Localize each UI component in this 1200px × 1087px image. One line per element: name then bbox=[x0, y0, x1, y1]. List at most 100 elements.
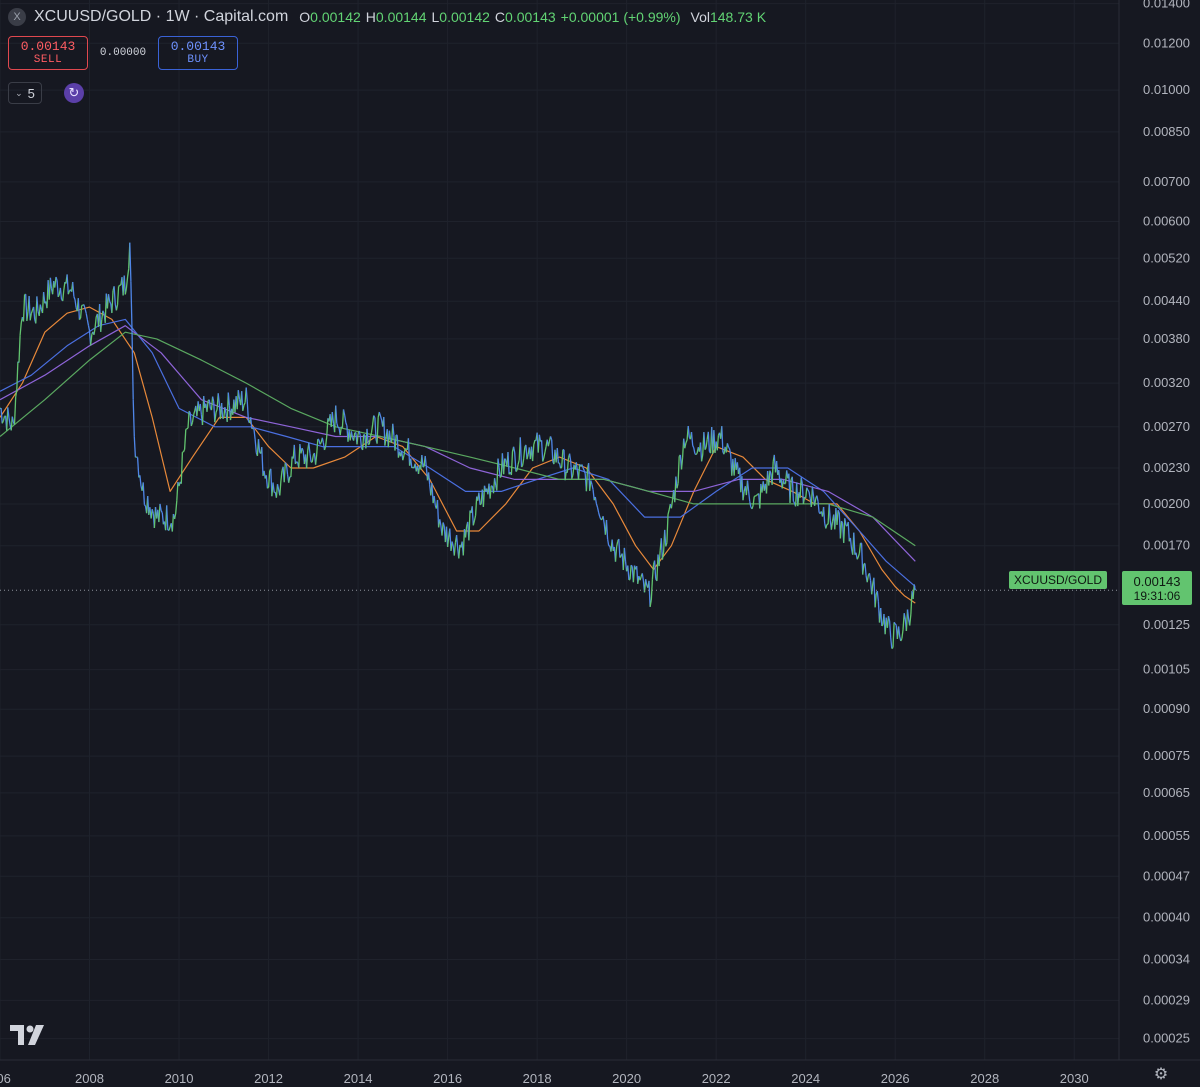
price-segment bbox=[396, 435, 400, 458]
time-tick-label: 006 bbox=[0, 1071, 11, 1086]
price-segment bbox=[171, 513, 175, 532]
price-segment bbox=[28, 296, 31, 321]
price-segment bbox=[36, 296, 39, 312]
price-segment bbox=[558, 462, 562, 469]
price-segment bbox=[670, 500, 674, 509]
price-segment bbox=[498, 467, 501, 478]
price-segment bbox=[309, 453, 312, 463]
price-segment bbox=[368, 437, 372, 445]
spread-value: 0.00000 bbox=[99, 47, 147, 59]
price-segment bbox=[519, 437, 523, 467]
price-segment bbox=[608, 545, 611, 547]
price-segment bbox=[62, 290, 65, 302]
sell-label: SELL bbox=[33, 54, 63, 66]
ohlc-low: L0.00142 bbox=[431, 9, 490, 25]
price-segment bbox=[224, 406, 227, 414]
ma-line-purple bbox=[0, 325, 916, 562]
price-segment bbox=[651, 564, 655, 580]
price-segment bbox=[822, 506, 826, 524]
price-segment bbox=[352, 432, 356, 441]
price-segment bbox=[241, 391, 244, 411]
price-segment bbox=[695, 452, 698, 456]
price-segment bbox=[499, 475, 502, 478]
price-segment bbox=[693, 447, 696, 454]
price-segment bbox=[880, 607, 883, 626]
price-segment bbox=[186, 427, 189, 430]
ohlc-change: +0.00001 (+0.99%) bbox=[560, 9, 681, 25]
price-segment bbox=[56, 280, 59, 297]
price-segment bbox=[243, 402, 246, 406]
settings-gear-icon[interactable]: ⚙ bbox=[1150, 1063, 1172, 1085]
price-segment bbox=[630, 564, 633, 567]
price-axis[interactable]: 0.01400 0.01200 0.01000 0.00850 0.00700 0.006… bbox=[1143, 0, 1190, 1046]
price-segment bbox=[403, 448, 406, 456]
time-axis[interactable]: 006 2008 2010 2012 2014 2016 2018 2020 2022 2024 2… bbox=[0, 1071, 1089, 1086]
indicators-collapse-button[interactable]: ⌄ 5 bbox=[8, 82, 42, 104]
price-segment bbox=[521, 458, 525, 466]
time-tick-label: 2010 bbox=[165, 1071, 194, 1086]
price-segment bbox=[514, 452, 517, 472]
price-segment bbox=[901, 629, 904, 639]
price-segment bbox=[583, 469, 586, 474]
price-segment bbox=[383, 416, 386, 446]
price-segment bbox=[407, 438, 411, 466]
time-tick-label: 2030 bbox=[1060, 1071, 1089, 1086]
price-segment bbox=[316, 439, 319, 455]
price-segment bbox=[290, 456, 293, 477]
price-segment bbox=[830, 521, 834, 530]
price-segment bbox=[84, 308, 87, 314]
refresh-icon[interactable]: ↻ bbox=[64, 83, 84, 103]
price-segment bbox=[402, 454, 405, 461]
price-segment bbox=[359, 435, 363, 448]
price-segment bbox=[8, 417, 11, 426]
price-segment bbox=[453, 542, 457, 556]
price-segment bbox=[653, 560, 657, 579]
buy-button[interactable]: 0.00143 BUY bbox=[158, 36, 238, 70]
price-segment bbox=[816, 495, 819, 502]
price-segment bbox=[893, 621, 896, 625]
price-segment bbox=[125, 276, 129, 289]
price-chart[interactable]: 0.01400 0.01200 0.01000 0.00850 0.00700 0.006… bbox=[0, 0, 1200, 1087]
symbol-title[interactable]: XCUUSD/GOLD · 1W · Capital.com bbox=[34, 8, 288, 26]
price-segment bbox=[130, 281, 133, 330]
price-segment bbox=[462, 529, 466, 556]
price-segment bbox=[614, 546, 618, 562]
symbol-logo-icon: X bbox=[8, 8, 26, 26]
price-segment bbox=[376, 417, 379, 444]
price-segment bbox=[510, 451, 514, 476]
price-segment bbox=[345, 422, 348, 426]
chevron-down-icon: ⌄ bbox=[15, 87, 23, 98]
price-segment bbox=[314, 454, 318, 465]
price-segment bbox=[331, 412, 335, 424]
ohlc-close: C0.00143 bbox=[494, 9, 556, 25]
price-segment bbox=[749, 501, 752, 508]
price-tick-label: 0.01200 bbox=[1143, 35, 1190, 50]
price-segment bbox=[549, 436, 553, 441]
price-segment bbox=[474, 496, 478, 516]
price-segment bbox=[685, 439, 688, 444]
price-segment bbox=[591, 484, 594, 490]
price-segment bbox=[317, 438, 320, 441]
price-segment bbox=[594, 496, 598, 504]
price-segment bbox=[266, 486, 270, 489]
price-segment bbox=[592, 489, 595, 501]
price-segment bbox=[73, 296, 76, 300]
price-segment bbox=[341, 409, 345, 428]
price-segment bbox=[755, 494, 757, 497]
price-segment bbox=[293, 444, 297, 465]
price-segment bbox=[602, 516, 605, 525]
tradingview-logo-icon[interactable] bbox=[10, 1025, 46, 1050]
ma-line-orange bbox=[0, 306, 916, 604]
price-segment bbox=[768, 470, 771, 486]
price-segment bbox=[515, 469, 518, 473]
price-segment bbox=[254, 439, 257, 453]
price-segment bbox=[876, 591, 880, 602]
price-segment bbox=[321, 437, 325, 443]
price-segment bbox=[370, 424, 374, 433]
price-segment bbox=[176, 481, 179, 501]
price-segment bbox=[19, 322, 22, 336]
sell-button[interactable]: 0.00143 SELL bbox=[8, 36, 88, 70]
price-segment bbox=[489, 485, 492, 499]
price-segment bbox=[118, 284, 121, 287]
price-segment bbox=[123, 275, 126, 295]
